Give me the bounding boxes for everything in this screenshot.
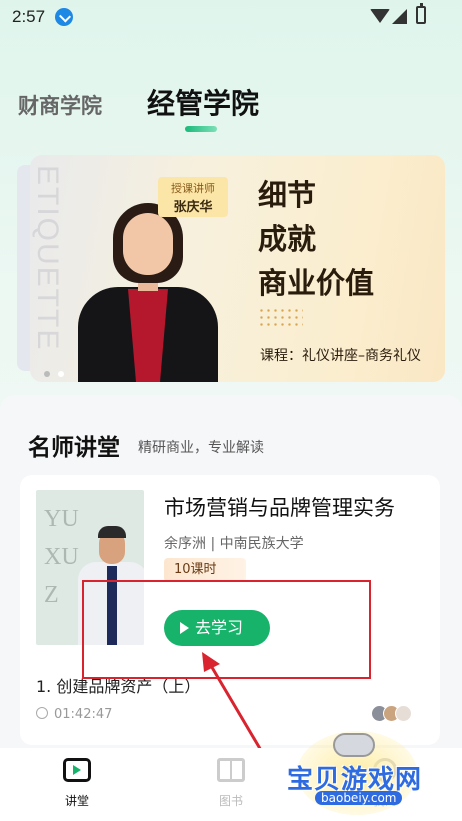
wifi-icon: [370, 9, 390, 23]
battery-icon: [416, 3, 426, 24]
course-title[interactable]: 市场营销与品牌管理实务: [164, 492, 395, 522]
banner-course-label: 课程：礼仪讲座–商务礼仪: [260, 348, 421, 364]
instructor-tag: 授课讲师 张庆华: [158, 177, 228, 217]
carousel-pager: [44, 362, 72, 381]
course-card[interactable]: YU XU Z 市场营销与品牌管理实务 余序洲 | 中南民族大学 10课时 去学…: [20, 475, 440, 745]
nav-label: 图书: [218, 794, 243, 808]
nav-lecture[interactable]: 讲堂: [37, 758, 117, 809]
course-thumbnail[interactable]: YU XU Z: [36, 490, 144, 645]
duration-value: 01:42:47: [54, 707, 113, 722]
headline-line: 细节: [258, 178, 317, 212]
bottom-nav: 讲堂 图书 我的: [0, 748, 462, 821]
tv-icon: [63, 758, 91, 782]
pager-dot-active[interactable]: [58, 371, 64, 377]
headline-line: 成就: [258, 222, 317, 256]
instructor-caption: 授课讲师: [171, 182, 215, 195]
tab-jingguan[interactable]: 经管学院: [147, 82, 259, 122]
book-icon: [217, 758, 245, 782]
status-time: 2:57: [12, 7, 46, 26]
thumbnail-letters: YU XU Z: [44, 500, 79, 614]
nav-me[interactable]: 我的: [345, 758, 425, 809]
tab-active-indicator: [185, 126, 217, 132]
nav-books[interactable]: 图书: [191, 758, 271, 809]
chapter-title[interactable]: 1. 创建品牌资产（上）: [36, 673, 200, 697]
instructor-photo: [68, 195, 228, 382]
user-icon: [373, 758, 397, 782]
signal-icon: [392, 9, 407, 24]
learner-avatars: [371, 705, 412, 726]
play-icon: [180, 622, 189, 634]
headline-line: 商业价值: [258, 266, 375, 300]
section-subtitle: 精研商业，专业解读: [138, 440, 264, 456]
course-meta: 余序洲 | 中南民族大学: [164, 536, 304, 552]
thumb-letter: YU: [44, 506, 79, 532]
start-study-button[interactable]: 去学习: [164, 610, 270, 646]
instructor-name: 张庆华: [173, 200, 213, 215]
lecturer-photo: [78, 526, 144, 645]
status-bar: 2:57: [0, 0, 462, 34]
avatar: [395, 705, 412, 722]
banner-vertical-text: ETIQUETTE: [31, 165, 64, 352]
nav-label: 讲堂: [64, 794, 89, 808]
clock-icon: [36, 707, 48, 719]
download-icon: [55, 8, 73, 26]
start-study-label: 去学习: [195, 618, 244, 637]
thumb-letter: XU: [44, 544, 79, 570]
banner-carousel[interactable]: ETIQUETTE 授课讲师 张庆华 细节 成就 商业价值 课程：礼仪讲座–商务…: [30, 155, 445, 382]
tab-caishang[interactable]: 财商学院: [18, 90, 102, 120]
lesson-count-badge: 10课时: [164, 558, 246, 582]
banner-headline: 细节 成就 商业价值: [258, 173, 374, 305]
duration: 01:42:47: [36, 707, 112, 722]
decorative-dot-grid: [258, 307, 303, 329]
thumb-letter: Z: [44, 582, 59, 608]
section-title: 名师讲堂: [28, 435, 120, 460]
pager-dot[interactable]: [44, 371, 50, 377]
nav-label: 我的: [372, 794, 397, 808]
